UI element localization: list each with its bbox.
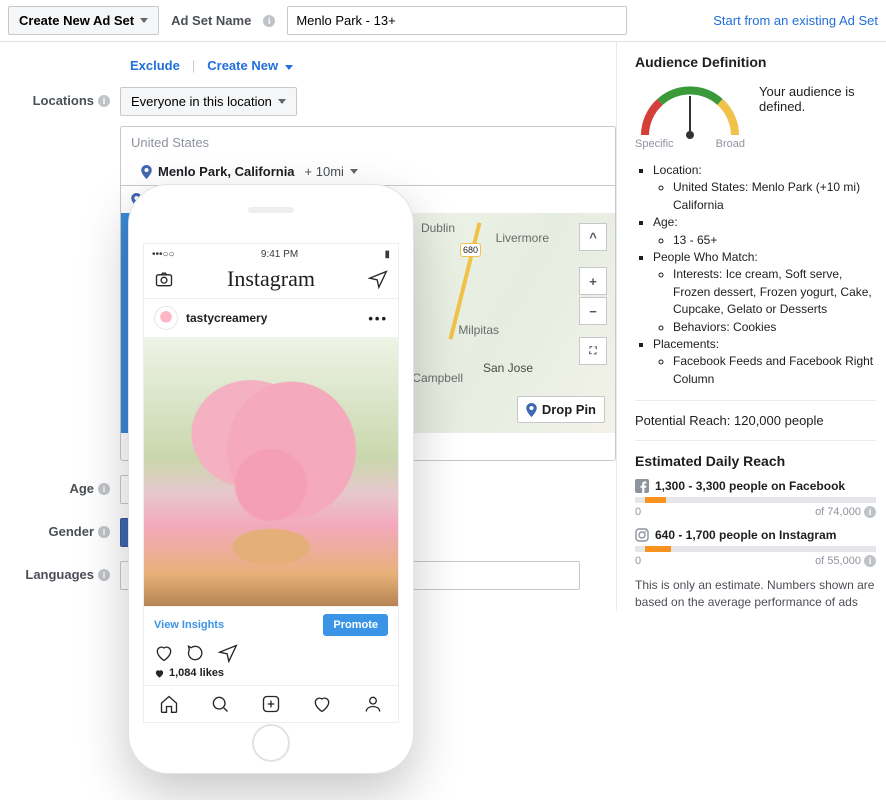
ig-header: Instagram	[144, 262, 398, 299]
create-ad-set-label: Create New Ad Set	[19, 13, 134, 28]
signal-icon: •••○○	[152, 249, 175, 260]
status-time: 9:41 PM	[261, 249, 298, 260]
caret-down-icon	[285, 65, 293, 70]
start-from-existing-link[interactable]: Start from an existing Ad Set	[713, 13, 878, 28]
info-icon: i	[864, 506, 876, 518]
location-scope-dropdown[interactable]: Everyone in this location	[120, 87, 297, 116]
ig-photo[interactable]	[144, 337, 398, 606]
ig-actions: View Insights Promote	[144, 606, 398, 643]
heart-icon[interactable]	[312, 694, 332, 714]
view-insights-link[interactable]: View Insights	[154, 619, 224, 631]
info-icon: i	[98, 483, 110, 495]
map-collapse-button[interactable]: ^	[579, 223, 607, 251]
info-icon: i	[263, 15, 275, 27]
audience-list: Location: United States: Menlo Park (+10…	[635, 162, 876, 388]
location-radius[interactable]: + 10mi	[305, 164, 344, 179]
age-label: Agei	[0, 475, 120, 496]
send-icon[interactable]	[368, 269, 388, 289]
exclude-row: Exclude | Create New	[130, 58, 616, 73]
map-fullscreen-button[interactable]: ⛶	[579, 337, 607, 365]
potential-reach: Potential Reach: 120,000 people	[635, 413, 876, 428]
location-country: United States	[121, 127, 615, 158]
drop-pin-button[interactable]: Drop Pin	[517, 396, 605, 423]
reach-ig-bar	[635, 546, 876, 552]
camera-icon[interactable]	[154, 269, 174, 289]
map-road-label: 680	[460, 243, 481, 257]
pin-icon	[141, 165, 152, 179]
reach-heading: Estimated Daily Reach	[635, 453, 876, 469]
instagram-icon	[635, 528, 649, 542]
map-city-campbell: Campbell	[412, 371, 463, 385]
send-icon[interactable]	[218, 643, 238, 663]
map-zoom-in-button[interactable]: +	[579, 267, 607, 295]
map-zoom-out-button[interactable]: −	[579, 297, 607, 325]
more-icon[interactable]: •••	[368, 311, 388, 326]
ig-tabbar	[144, 685, 398, 722]
ig-likes[interactable]: 1,084 likes	[144, 667, 398, 685]
add-post-icon[interactable]	[261, 694, 281, 714]
phone-screen: •••○○ 9:41 PM ▮ Instagram tastycreamery …	[143, 243, 399, 723]
audience-defined-text: Your audience is defined.	[759, 80, 876, 114]
profile-icon[interactable]	[363, 694, 383, 714]
exclude-link[interactable]: Exclude	[130, 58, 180, 73]
home-icon[interactable]	[159, 694, 179, 714]
ad-set-name-label: Ad Set Name	[171, 13, 251, 28]
location-item[interactable]: Menlo Park, California + 10mi	[121, 158, 615, 185]
reach-fb-bar	[635, 497, 876, 503]
info-icon: i	[98, 526, 110, 538]
create-ad-set-button[interactable]: Create New Ad Set	[8, 6, 159, 35]
status-bar: •••○○ 9:41 PM ▮	[144, 244, 398, 262]
instagram-logo: Instagram	[227, 266, 315, 292]
battery-icon: ▮	[384, 249, 390, 260]
map-city-sanjose: San Jose	[483, 361, 533, 375]
reach-ig: 640 - 1,700 people on Instagram 0of 55,0…	[635, 528, 876, 567]
caret-down-icon	[350, 169, 358, 174]
facebook-icon	[635, 479, 649, 493]
ig-icon-row	[144, 643, 398, 667]
heart-filled-icon	[154, 668, 165, 679]
ad-set-name-input[interactable]	[287, 6, 627, 35]
heart-icon[interactable]	[154, 643, 174, 663]
map-city-dublin: Dublin	[421, 221, 455, 235]
ig-user-row: tastycreamery •••	[144, 299, 398, 337]
languages-label: Languagesi	[0, 561, 120, 582]
phone-mock: •••○○ 9:41 PM ▮ Instagram tastycreamery …	[128, 184, 414, 774]
promote-button[interactable]: Promote	[323, 614, 388, 636]
locations-label: Locationsi	[0, 87, 120, 108]
home-button[interactable]	[252, 724, 290, 762]
avatar[interactable]	[154, 306, 178, 330]
audience-heading: Audience Definition	[635, 54, 876, 70]
gender-label: Genderi	[0, 518, 120, 539]
comment-icon[interactable]	[186, 643, 206, 663]
create-new-link[interactable]: Create New	[207, 58, 292, 73]
topbar: Create New Ad Set Ad Set Name i Start fr…	[0, 0, 886, 42]
info-icon: i	[98, 95, 110, 107]
ig-username[interactable]: tastycreamery	[186, 311, 267, 325]
search-icon[interactable]	[210, 694, 230, 714]
reach-fb: 1,300 - 3,300 people on Facebook 0of 74,…	[635, 479, 876, 518]
reach-disclaimer: This is only an estimate. Numbers shown …	[635, 577, 876, 611]
pin-icon	[526, 403, 537, 417]
right-panel: Audience Definition Specific Broad	[616, 42, 886, 611]
info-icon: i	[98, 569, 110, 581]
map-city-milpitas: Milpitas	[458, 323, 499, 337]
info-icon: i	[864, 555, 876, 567]
audience-gauge	[635, 80, 745, 140]
caret-down-icon	[140, 18, 148, 23]
map-city-livermore: Livermore	[496, 231, 549, 245]
caret-down-icon	[278, 99, 286, 104]
